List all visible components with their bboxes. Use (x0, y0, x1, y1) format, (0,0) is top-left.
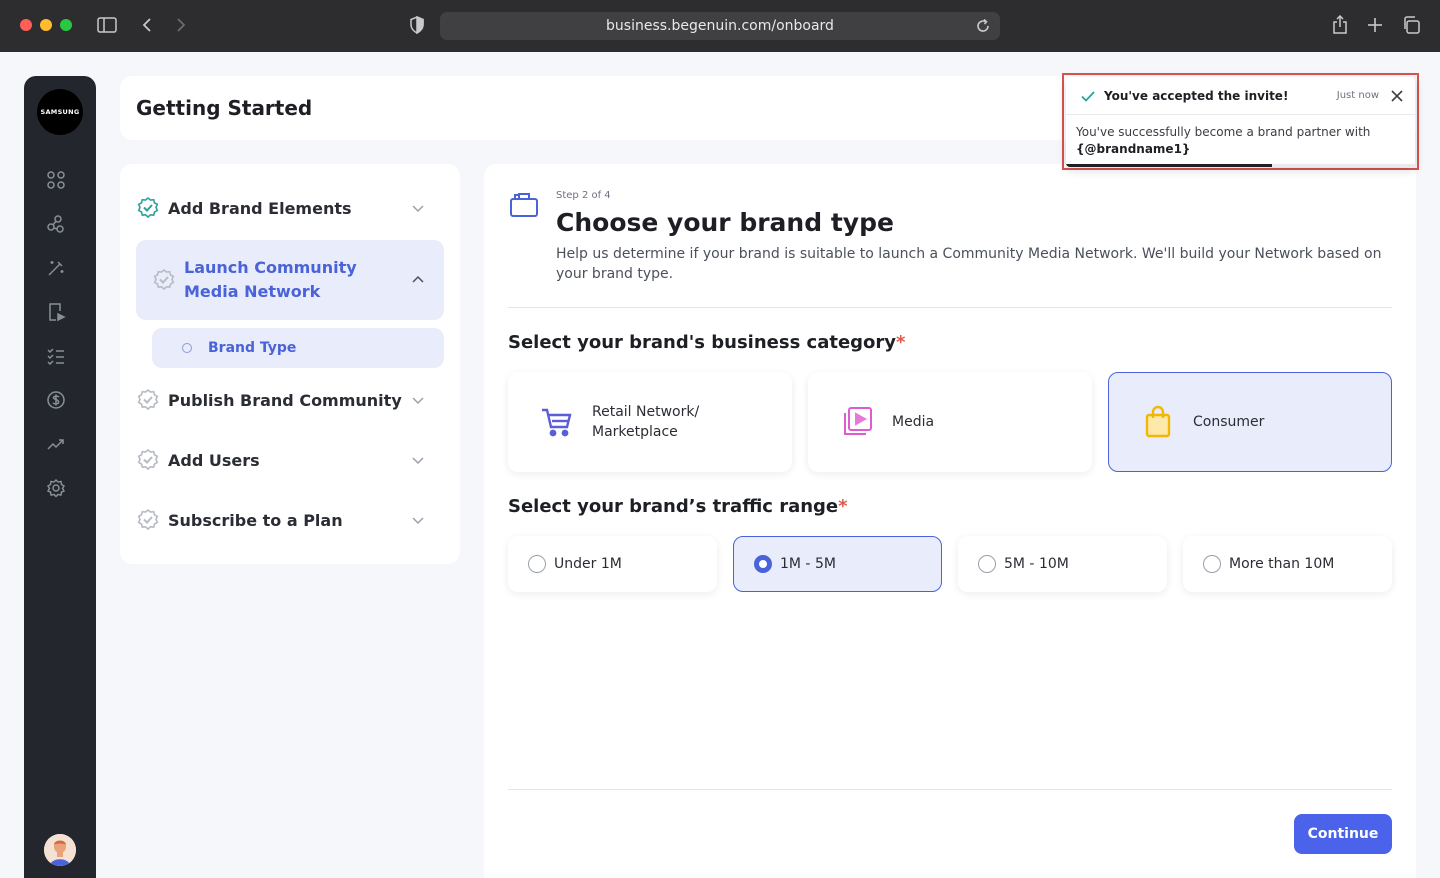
traffic-heading: Select your brand’s traffic range* (508, 496, 848, 517)
address-bar[interactable]: business.begenuin.com/onboard (440, 12, 1000, 40)
section-heading: Choose your brand type (556, 208, 894, 237)
step-label: Launch Community Media Network (184, 258, 357, 301)
privacy-shield-icon[interactable] (406, 14, 428, 36)
chevron-down-icon (410, 392, 426, 408)
substep-dot-icon (182, 343, 192, 353)
step-launch-community-media-network[interactable]: Launch Community Media Network (136, 240, 444, 320)
traffic-label: More than 10M (1229, 556, 1335, 572)
onboarding-steps: Add Brand Elements Launch Community Medi… (120, 164, 460, 564)
step-subscribe-to-plan[interactable]: Subscribe to a Plan (136, 508, 444, 532)
chevron-up-icon (410, 272, 426, 288)
toast-title: You've accepted the invite! (1104, 88, 1289, 103)
page-title: Getting Started (136, 96, 313, 120)
close-window-button[interactable] (20, 19, 32, 31)
minimize-window-button[interactable] (40, 19, 52, 31)
category-heading: Select your brand's business category* (508, 332, 905, 353)
completed-badge-icon (136, 196, 160, 220)
app-sidebar: SAMSUNG (24, 76, 96, 878)
network-icon[interactable] (46, 214, 66, 234)
step-counter: Step 2 of 4 (556, 190, 611, 201)
radio-button-selected[interactable] (754, 555, 772, 573)
step-label: Add Brand Elements (168, 198, 352, 218)
radio-button[interactable] (528, 555, 546, 573)
step-add-users[interactable]: Add Users (136, 448, 444, 472)
pending-badge-icon (136, 388, 160, 412)
category-label: Media (892, 414, 935, 430)
checklist-icon[interactable] (46, 346, 66, 366)
chevron-down-icon (410, 200, 426, 216)
grid-icon[interactable] (46, 170, 66, 190)
shopping-bag-icon (1141, 405, 1175, 439)
brand-type-form: Step 2 of 4 Choose your brand type Help … (484, 164, 1416, 878)
traffic-option-1m-5m[interactable]: 1M - 5M (733, 536, 942, 592)
url-text: business.begenuin.com/onboard (606, 18, 834, 34)
toast-body-text: You've successfully become a brand partn… (1076, 125, 1371, 139)
category-consumer-card[interactable]: Consumer (1108, 372, 1392, 472)
divider (508, 307, 1392, 308)
substep-brand-type[interactable]: Brand Type (152, 328, 444, 368)
dollar-icon[interactable] (46, 390, 66, 410)
step-label: Add Users (168, 450, 260, 470)
browser-toolbar: business.begenuin.com/onboard (0, 0, 1440, 52)
category-label: Retail Network/ Marketplace (592, 404, 700, 440)
continue-button[interactable]: Continue (1294, 814, 1392, 854)
traffic-label: 1M - 5M (780, 556, 836, 572)
category-label: Consumer (1193, 414, 1265, 430)
step-label: Subscribe to a Plan (168, 510, 343, 530)
traffic-option-under-1m[interactable]: Under 1M (508, 536, 717, 592)
video-icon[interactable] (46, 302, 66, 322)
forward-icon[interactable] (170, 14, 192, 36)
step-publish-brand-community[interactable]: Publish Brand Community (136, 388, 444, 412)
invite-toast: You've accepted the invite! Just now You… (1066, 77, 1415, 167)
analytics-icon[interactable] (46, 434, 66, 454)
share-icon[interactable] (1329, 14, 1351, 36)
footer-divider (508, 789, 1392, 790)
shopping-cart-icon (540, 405, 574, 439)
toast-brand-name: {@brandname1} (1076, 142, 1191, 156)
chevron-down-icon (410, 452, 426, 468)
category-heading-text: Select your brand's business category (508, 332, 897, 353)
radio-button[interactable] (1203, 555, 1221, 573)
step-add-brand-elements[interactable]: Add Brand Elements (136, 196, 444, 220)
traffic-heading-text: Select your brand’s traffic range (508, 496, 839, 517)
pending-badge-icon (136, 508, 160, 532)
radio-button[interactable] (978, 555, 996, 573)
toast-timestamp: Just now (1336, 90, 1379, 101)
category-media-card[interactable]: Media (808, 372, 1092, 472)
logo-text: SAMSUNG (40, 108, 80, 116)
section-description: Help us determine if your brand is suita… (556, 246, 1382, 282)
new-tab-icon[interactable] (1364, 14, 1386, 36)
maximize-window-button[interactable] (60, 19, 72, 31)
required-mark: * (896, 332, 906, 353)
user-avatar[interactable] (44, 834, 76, 866)
media-library-icon (840, 405, 874, 439)
chevron-down-icon (410, 512, 426, 528)
toast-header: You've accepted the invite! Just now (1066, 77, 1415, 115)
magic-wand-icon[interactable] (46, 258, 66, 278)
traffic-label: 5M - 10M (1004, 556, 1069, 572)
reload-icon[interactable] (974, 17, 992, 35)
traffic-label: Under 1M (554, 556, 622, 572)
toast-timer-bar (1066, 164, 1272, 167)
settings-icon[interactable] (46, 478, 66, 498)
traffic-option-more-than-10m[interactable]: More than 10M (1183, 536, 1392, 592)
required-mark: * (838, 496, 848, 517)
briefcase-icon (508, 188, 540, 220)
pending-badge-icon (136, 448, 160, 472)
toast-timer-track (1066, 164, 1415, 167)
category-retail-card[interactable]: Retail Network/ Marketplace (508, 372, 792, 472)
back-icon[interactable] (136, 14, 158, 36)
close-icon[interactable] (1389, 88, 1405, 104)
substep-label: Brand Type (208, 340, 297, 356)
tab-overview-icon[interactable] (1400, 14, 1422, 36)
toast-message: You've successfully become a brand partn… (1076, 124, 1406, 158)
pending-badge-icon (152, 268, 176, 292)
check-icon (1080, 88, 1096, 104)
step-label: Publish Brand Community (168, 390, 402, 410)
sidebar-toggle-icon[interactable] (96, 14, 118, 36)
brand-logo[interactable]: SAMSUNG (37, 89, 83, 135)
traffic-option-5m-10m[interactable]: 5M - 10M (958, 536, 1167, 592)
